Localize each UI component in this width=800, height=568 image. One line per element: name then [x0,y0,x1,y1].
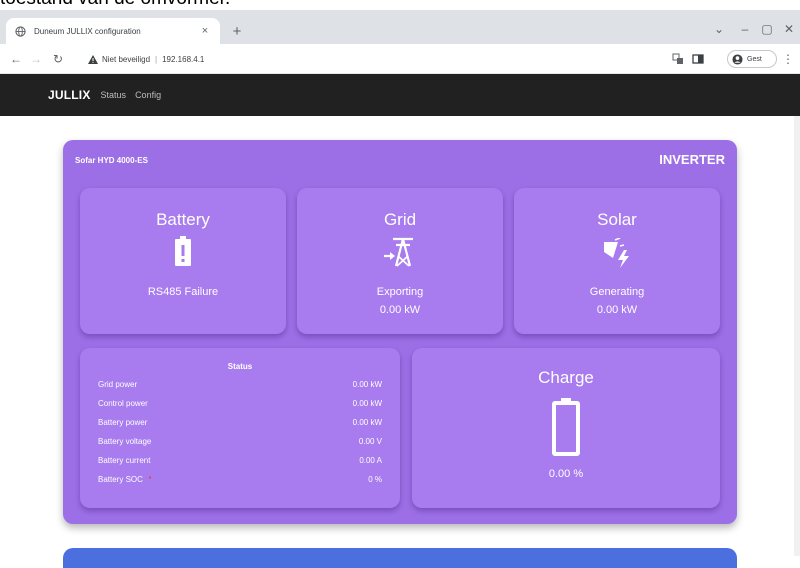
browser-tab[interactable]: Duneum JULLIX configuration × [6,18,220,44]
side-panel-icon[interactable] [692,50,704,68]
solar-status: Generating [589,286,645,298]
nav-link-status[interactable]: Status [101,90,127,100]
status-row: Battery current 0.00 A [98,456,382,468]
status-card: Status Grid power 0.00 kW Control power … [80,348,400,508]
status-value: 0.00 kW [352,418,382,427]
status-label: Control power [98,399,148,408]
charge-title: Charge [538,368,594,387]
transmission-tower-export-icon [297,236,503,268]
profile-label: Gest [747,55,762,63]
battery-title: Battery [156,210,210,229]
battery-status: RS485 Failure [147,286,219,298]
status-value: 0.00 A [359,456,382,465]
grid-status: Exporting [376,286,424,298]
charge-card: Charge 0.00 % [412,348,720,508]
status-row: Battery SOC • 0 % [98,475,382,487]
grid-value: 0.00 kW [379,304,421,316]
status-row: Battery power 0.00 kW [98,418,382,430]
scrollbar[interactable] [794,116,800,556]
brand-logo[interactable]: JULLIX [48,88,91,102]
security-label: Niet beveiligd [102,54,151,64]
status-row: Control power 0.00 kW [98,399,382,411]
tab-title: Duneum JULLIX configuration [34,26,141,36]
translate-icon[interactable] [672,50,684,68]
reload-icon[interactable]: ↻ [50,51,66,67]
status-title: Status [227,362,253,371]
tab-close-icon[interactable]: × [198,25,212,37]
status-label: Battery power [98,418,148,427]
url-field[interactable]: Niet beveiligd | 192.168.4.1 [88,49,658,69]
status-label: Grid power [98,380,138,389]
window-close-icon[interactable]: ✕ [774,22,800,36]
grid-card: Grid Exporting 0.00 kW [297,188,503,334]
inverter-model: Sofar HYD 4000-ES [75,156,148,165]
globe-icon [14,25,26,37]
status-value: 0 % [368,475,382,484]
inverter-label: INVERTER [659,152,725,167]
more-icon[interactable]: ⋮ [782,51,794,67]
status-row: Battery voltage 0.00 V [98,437,382,449]
main-content: Sofar HYD 4000-ES INVERTER Battery RS485… [0,116,800,568]
new-tab-button[interactable]: + [228,23,246,41]
solar-value: 0.00 kW [596,304,638,316]
caption-strip: toestand van de omvormer. [0,0,800,10]
status-label: Battery SOC [98,475,143,484]
status-label: Battery voltage [98,437,152,446]
warning-icon[interactable] [88,54,98,64]
browser-tab-bar: Duneum JULLIX configuration × + ⌄ – ▢ ✕ [0,10,800,44]
next-panel [63,548,737,568]
profile-button[interactable]: Gest [727,50,777,68]
solar-power-icon [514,238,720,268]
status-label: Battery current [98,456,151,465]
status-value: 0.00 V [358,437,382,446]
url-text: 192.168.4.1 [162,54,205,64]
forward-icon[interactable]: → [28,51,44,67]
alert-dot-icon: • [148,475,152,482]
caption-text: toestand van de omvormer. [0,0,230,10]
solar-title: Solar [597,210,637,229]
status-value: 0.00 kW [352,380,382,389]
status-row: Grid power 0.00 kW [98,380,382,392]
address-bar: ← → ↻ Niet beveiligd | 192.168.4.1 Gest … [0,44,800,74]
status-label-with-flag: Battery SOC • [98,475,151,487]
battery-alert-icon [80,236,286,266]
solar-card: Solar Generating 0.00 kW [514,188,720,334]
battery-card: Battery RS485 Failure [80,188,286,334]
grid-title: Grid [383,210,417,229]
nav-link-config[interactable]: Config [135,90,161,100]
back-icon[interactable]: ← [8,51,24,67]
app-navbar: JULLIX Status Config [0,74,800,116]
inverter-panel: Sofar HYD 4000-ES INVERTER Battery RS485… [63,140,737,524]
url-separator: | [155,54,158,64]
battery-empty-icon [412,398,720,456]
charge-value: 0.00 % [548,468,584,480]
avatar-icon [732,53,743,65]
status-value: 0.00 kW [352,399,382,408]
